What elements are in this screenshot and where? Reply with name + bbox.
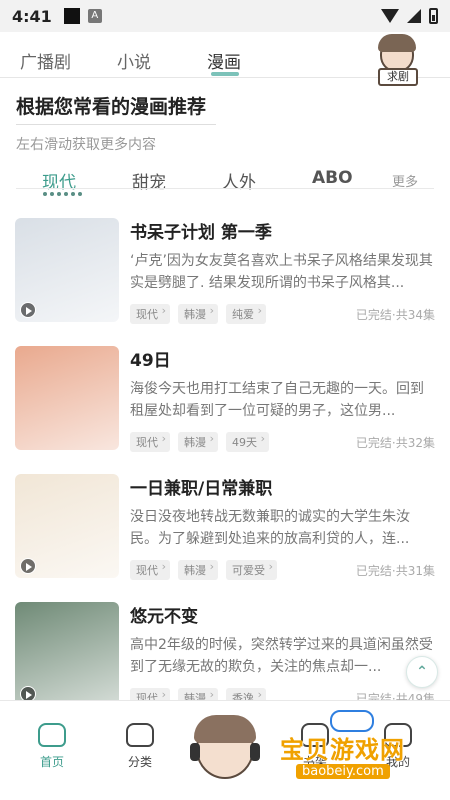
comic-title[interactable]: 一日兼职/日常兼职 [130,474,272,499]
tag-chip[interactable]: 韩漫 [178,432,218,452]
watermark-logo: 宝贝游戏网 baobeiy.com [276,708,446,790]
tag-chip[interactable]: 现代 [130,304,170,324]
notification-a-icon: A [87,9,102,23]
episode-status: 已完结·共31集 [355,564,435,578]
comic-description: ‘卢克’因为女友莫名喜欢上书呆子风格结果发现其实是劈腿了. 结果发现所谓的书呆子… [130,253,433,291]
tag-chip[interactable]: 纯爱 [226,304,266,324]
signal-icon [407,9,421,23]
watermark-text: 宝贝游戏网 [280,736,405,764]
mascot-hair [378,34,416,52]
play-icon[interactable] [20,558,36,574]
comic-cover[interactable] [15,474,119,578]
nav-home-label: 首页 [39,755,64,769]
tab-comic[interactable]: 漫画 [207,48,241,73]
tag-chip[interactable]: 49天 [226,432,269,452]
tag-chip[interactable]: 现代 [130,560,170,580]
nav-home[interactable]: 首页 [22,723,82,770]
nav-category-label: 分类 [127,755,152,769]
tag-chip[interactable]: 韩漫 [178,560,218,580]
list-item[interactable]: 一日兼职/日常兼职 没日没夜地转战无数兼职的诚实的大学生朱汝民。为了躲避到处追来… [0,466,450,588]
mascot-hair [194,715,256,743]
section-subtitle: 左右滑动获取更多内容 [16,137,156,153]
genre-tabs: 现代 甜宠 人外 ABO 更多 [0,164,450,196]
tab-active-indicator [211,72,239,76]
wifi-icon [381,9,399,23]
genre-tab-modern[interactable]: 现代 [42,168,76,193]
section-title: 根据您常看的漫画推荐 [16,96,207,118]
list-item[interactable]: 49日 海俊今天也用打工结束了自己无趣的一天。回到租屋处却看到了一位可疑的男子，… [0,338,450,460]
comic-cover[interactable] [15,346,119,450]
double-chevron-up-icon[interactable]: ⌃ [406,656,438,688]
list-item[interactable]: 书呆子计划 第一季 ‘卢克’因为女友莫名喜欢上书呆子风格结果发现其实是劈腿了. … [0,210,450,332]
nav-category[interactable]: 分类 [110,723,170,770]
comic-tags: 现代 韩漫 49天 [130,432,269,452]
center-mascot-button[interactable] [188,713,262,787]
genre-tab-sweet[interactable]: 甜宠 [132,168,166,193]
comic-title[interactable]: 悠元不变 [130,602,198,627]
request-drama-label: 求剧 [378,68,418,86]
tag-chip[interactable]: 韩漫 [178,304,218,324]
comic-title[interactable]: 49日 [130,346,171,371]
headphone-icon [250,743,260,761]
tab-radio-drama[interactable]: 广播剧 [20,48,71,73]
comic-tags: 现代 韩漫 可爱受 [130,560,277,580]
episode-status: 已完结·共34集 [355,308,435,322]
comic-description: 没日没夜地转战无数兼职的诚实的大学生朱汝民。为了躲避到处追来的放高利贷的人，连.… [130,509,410,547]
tag-chip[interactable]: 韩漫 [178,688,218,700]
status-time: 4:41 [12,6,52,26]
notification-square-icon [63,8,80,24]
comic-tags: 现代 韩漫 香逸 [130,688,266,700]
episode-status: 已完结·共49集 [355,692,435,700]
section-divider [16,124,216,125]
comic-description: 高中2年级的时候，突然转学过来的具道闲虽然受到了无缘无故的欺负，关注的焦点却一.… [130,637,433,675]
home-frog-icon [38,723,66,747]
list-item[interactable]: 悠元不变 高中2年级的时候，突然转学过来的具道闲虽然受到了无缘无故的欺负，关注的… [0,594,450,700]
comic-cover[interactable] [15,602,119,700]
gamepad-icon [330,710,374,732]
genre-tab-nonhuman[interactable]: 人外 [222,168,256,193]
category-icon [126,723,154,747]
genre-divider [16,188,434,189]
genre-tab-abo[interactable]: ABO [312,168,353,188]
request-drama-mascot-button[interactable]: 求剧 [372,34,422,88]
play-icon[interactable] [20,302,36,318]
status-bar: 4:41 A [0,0,450,32]
comic-list: 书呆子计划 第一季 ‘卢克’因为女友莫名喜欢上书呆子风格结果发现其实是劈腿了. … [0,210,450,700]
tag-chip[interactable]: 现代 [130,432,170,452]
tab-novel[interactable]: 小说 [117,48,151,73]
play-icon[interactable] [20,686,36,700]
tag-chip[interactable]: 香逸 [226,688,266,700]
headphone-icon [190,743,200,761]
comic-description: 海俊今天也用打工结束了自己无趣的一天。回到租屋处却看到了一位可疑的男子，这位男.… [130,381,424,419]
comic-title[interactable]: 书呆子计划 第一季 [130,218,272,243]
battery-icon [429,8,438,24]
genre-active-dots [43,192,82,196]
tag-chip[interactable]: 可爱受 [226,560,277,580]
tag-chip[interactable]: 现代 [130,688,170,700]
episode-status: 已完结·共32集 [355,436,435,450]
comic-tags: 现代 韩漫 纯爱 [130,304,266,324]
comic-cover[interactable] [15,218,119,322]
watermark-url: baobeiy.com [296,764,390,779]
